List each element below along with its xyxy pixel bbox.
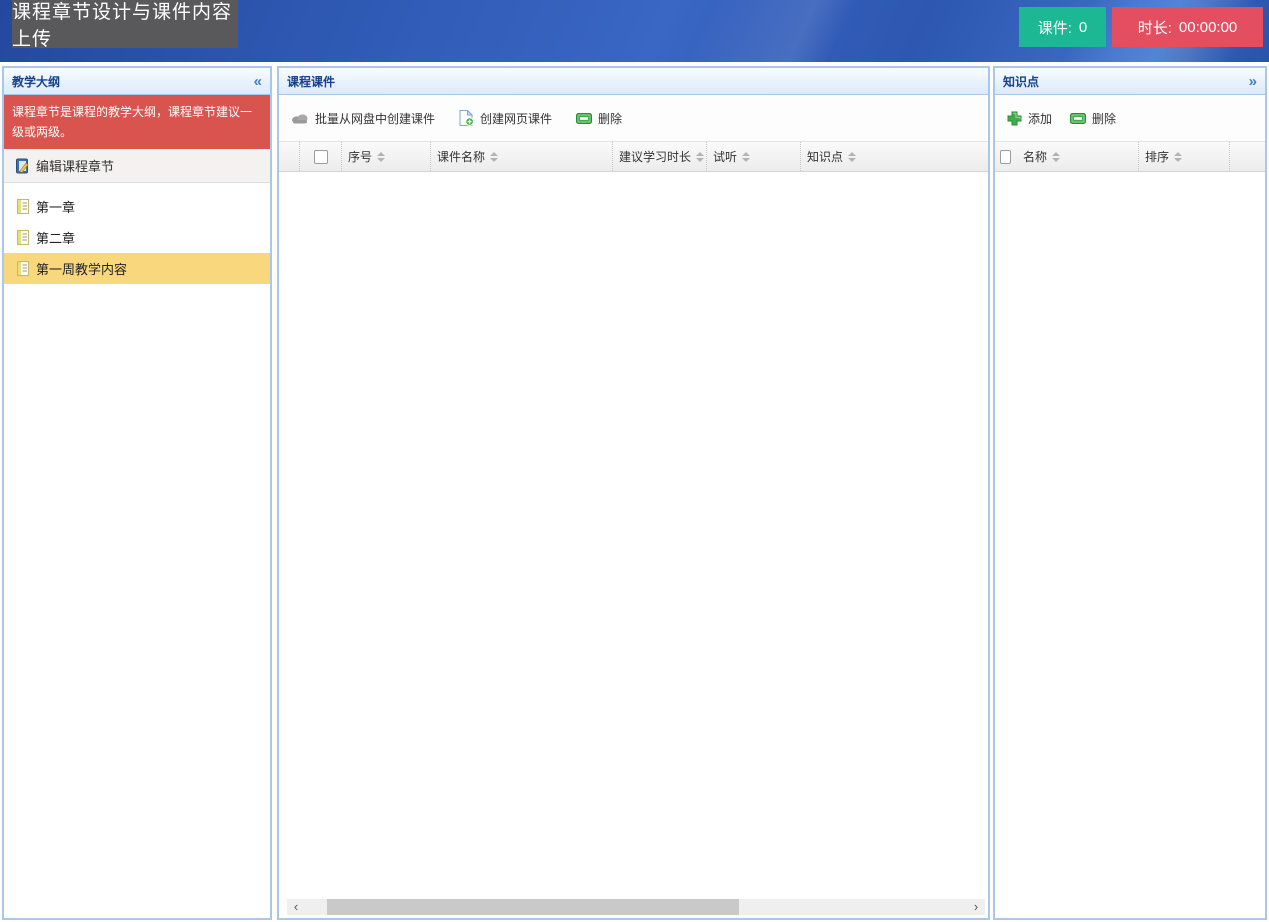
cloud-icon (291, 112, 309, 124)
chapter-item[interactable]: 第一章 (4, 191, 270, 222)
courseware-panel-title: 课程课件 (287, 73, 335, 90)
knowledge-panel-header: 知识点 » (995, 68, 1265, 95)
select-all-column (300, 142, 342, 171)
knowledge-panel: 知识点 » 添加 删除 (993, 66, 1267, 920)
delete-courseware-button[interactable]: 删除 (576, 110, 622, 127)
sort-icon[interactable] (1174, 152, 1182, 162)
chapter-item[interactable]: 第二章 (4, 222, 270, 253)
chapter-item-selected[interactable]: 第一周教学内容 (4, 253, 270, 284)
courseware-grid-header: 序号 课件名称 建议学习时长 试听 知识点 (279, 141, 988, 172)
knowledge-grid-header: 名称 排序 (995, 141, 1265, 172)
knowledge-panel-title: 知识点 (1003, 73, 1039, 90)
add-knowledge-button[interactable]: 添加 (1007, 110, 1052, 127)
document-icon (17, 230, 29, 245)
chapter-tree: 第一章 第二章 第一 (4, 183, 270, 284)
knowledge-toolbar: 添加 删除 (995, 95, 1265, 141)
screen: 课程章节设计与课件内容上传 课件: 0 时长: 00:00:00 教学大纲 « … (0, 0, 1269, 922)
chapter-label: 第一章 (36, 197, 75, 216)
duration-value: 00:00:00 (1179, 19, 1237, 36)
outline-panel-header: 教学大纲 « (4, 68, 270, 95)
batch-create-label: 批量从网盘中创建课件 (315, 110, 435, 127)
sort-icon[interactable] (696, 152, 704, 162)
sort-icon[interactable] (848, 152, 856, 162)
column-header-spacer (1230, 142, 1265, 171)
edit-chapters-label: 编辑课程章节 (36, 156, 114, 175)
document-icon (17, 261, 29, 276)
document-icon (17, 199, 29, 214)
edit-chapters-button[interactable]: 编辑课程章节 (4, 149, 270, 183)
outline-panel-title: 教学大纲 (12, 73, 60, 90)
add-knowledge-label: 添加 (1028, 110, 1052, 127)
scrollbar-thumb[interactable] (327, 899, 739, 915)
chapter-label: 第二章 (36, 228, 75, 247)
column-header-name[interactable]: 课件名称 (431, 142, 613, 171)
chapter-label: 第一周教学内容 (36, 259, 127, 278)
sort-icon[interactable] (742, 152, 750, 162)
courseware-toolbar: 批量从网盘中创建课件 创建网页课件 删除 (279, 95, 988, 141)
outline-panel: 教学大纲 « 课程章节是课程的教学大纲，课程章节建议一级或两级。 编辑课程章节 (2, 66, 272, 920)
courseware-count-value: 0 (1079, 19, 1087, 36)
courseware-grid-body (279, 172, 988, 899)
duration-badge: 时长: 00:00:00 (1112, 7, 1263, 47)
horizontal-scrollbar[interactable]: ‹ › (287, 899, 985, 915)
select-all-column (995, 142, 1017, 171)
column-header-kname[interactable]: 名称 (1017, 142, 1138, 171)
select-all-checkbox[interactable] (1000, 150, 1011, 164)
delete-icon (576, 113, 592, 124)
scroll-left-arrow[interactable]: ‹ (287, 899, 305, 915)
outline-notice: 课程章节是课程的教学大纲，课程章节建议一级或两级。 (4, 95, 270, 149)
delete-icon (1070, 113, 1086, 124)
collapse-left-icon[interactable]: « (254, 74, 262, 89)
scroll-right-arrow[interactable]: › (967, 899, 985, 915)
column-header-duration[interactable]: 建议学习时长 (613, 142, 707, 171)
page-title: 课程章节设计与课件内容上传 (12, 0, 238, 48)
courseware-panel-header: 课程课件 (279, 68, 988, 95)
expand-right-icon[interactable]: » (1249, 74, 1257, 89)
sort-icon[interactable] (1052, 152, 1060, 162)
column-header-knowledge[interactable]: 知识点 (801, 142, 988, 171)
row-expander-column (279, 142, 300, 171)
batch-create-from-drive-button[interactable]: 批量从网盘中创建课件 (291, 110, 435, 127)
top-header: 课程章节设计与课件内容上传 课件: 0 时长: 00:00:00 (0, 0, 1269, 62)
add-icon (1007, 111, 1022, 126)
select-all-checkbox[interactable] (314, 150, 328, 164)
column-header-order[interactable]: 排序 (1138, 142, 1230, 171)
delete-knowledge-button[interactable]: 删除 (1070, 110, 1116, 127)
column-header-seq[interactable]: 序号 (342, 142, 431, 171)
edit-icon (14, 158, 30, 174)
delete-courseware-label: 删除 (598, 110, 622, 127)
courseware-count-badge: 课件: 0 (1019, 7, 1106, 47)
courseware-count-label: 课件: (1038, 17, 1072, 38)
sort-icon[interactable] (377, 152, 385, 162)
create-web-courseware-button[interactable]: 创建网页课件 (459, 110, 552, 127)
duration-label: 时长: (1138, 17, 1172, 38)
courseware-panel: 课程课件 批量从网盘中创建课件 创建网页课件 (277, 66, 990, 920)
create-web-label: 创建网页课件 (480, 110, 552, 127)
sort-icon[interactable] (490, 152, 498, 162)
delete-knowledge-label: 删除 (1092, 110, 1116, 127)
page-add-icon (459, 110, 474, 126)
column-header-audition[interactable]: 试听 (707, 142, 801, 171)
knowledge-grid-body (995, 172, 1265, 918)
